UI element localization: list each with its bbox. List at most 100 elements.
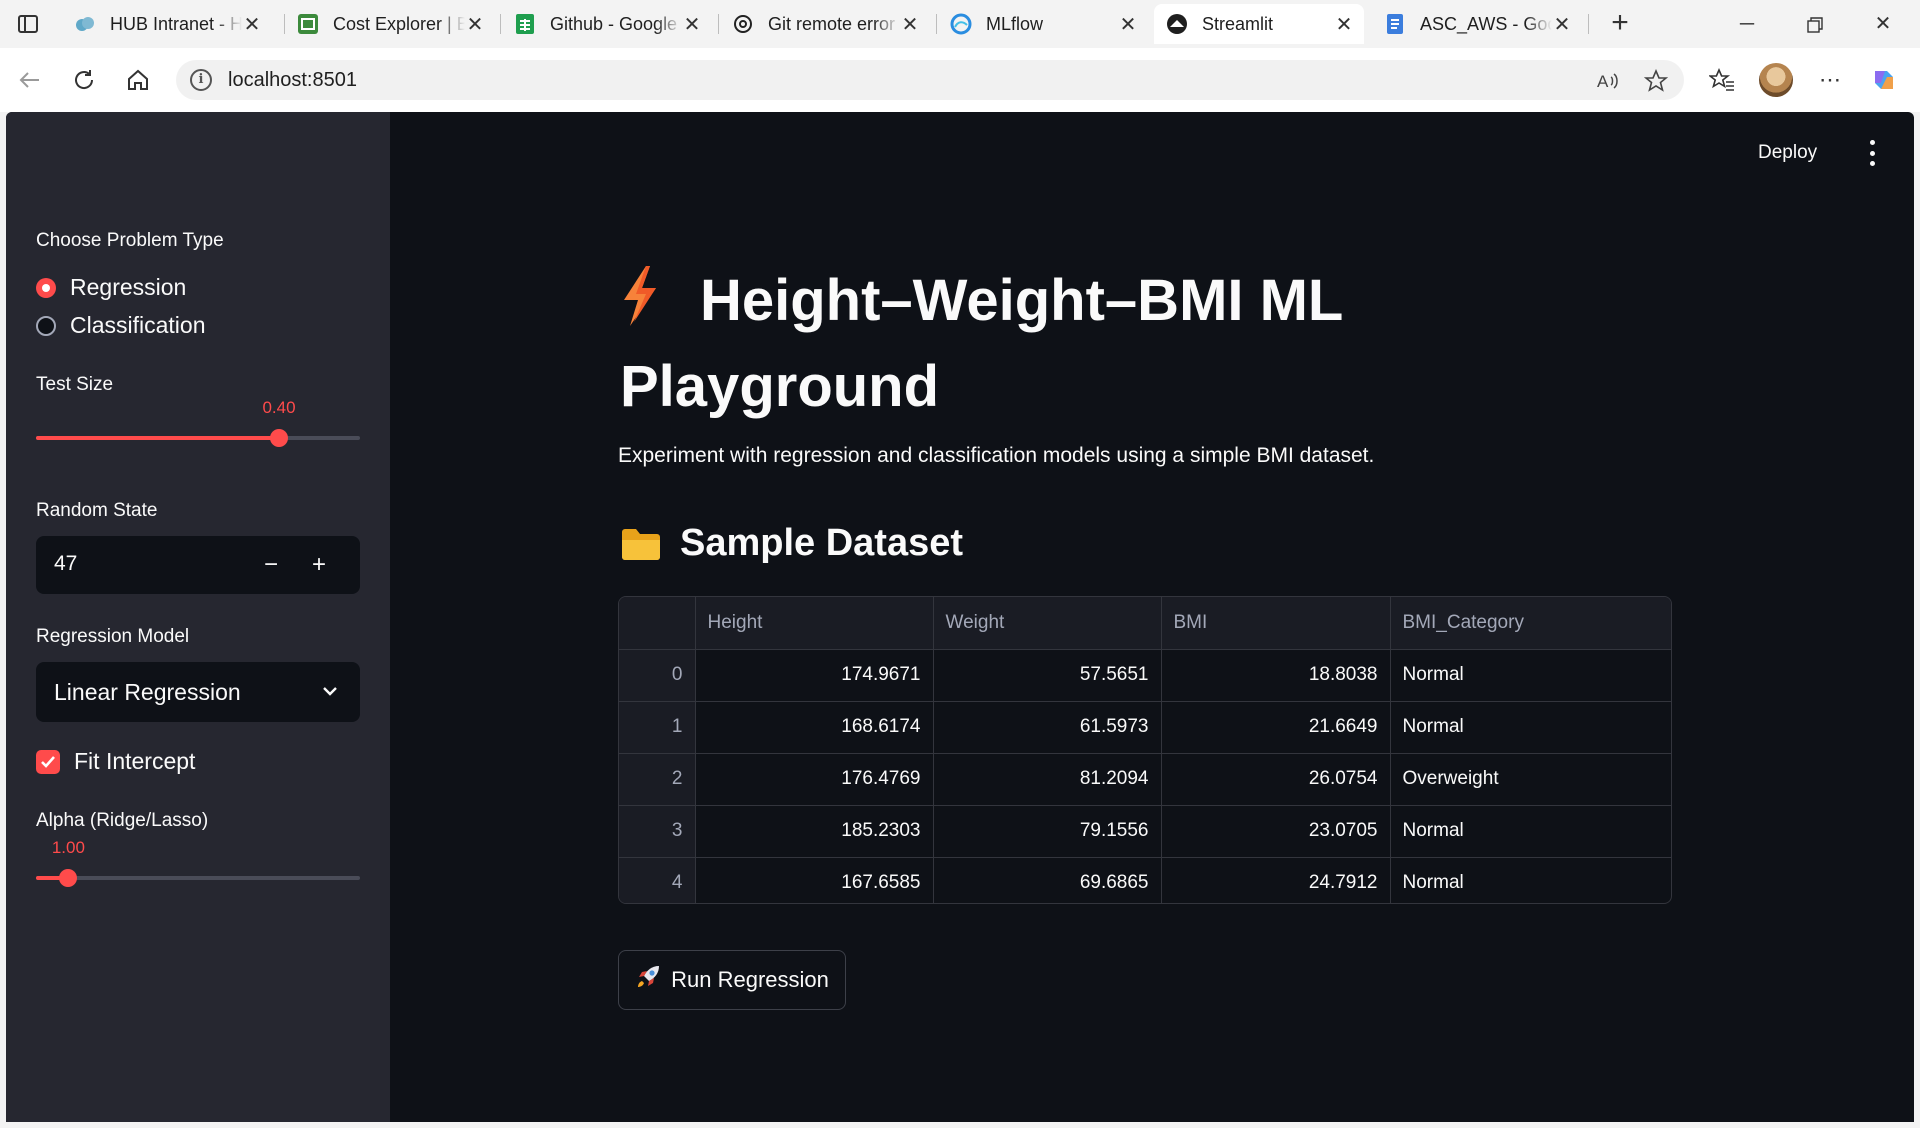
table-cell[interactable]: Normal [1390,805,1671,858]
deploy-button[interactable]: Deploy [1758,142,1817,164]
column-header[interactable]: Weight [933,597,1162,650]
back-arrow-icon[interactable] [12,62,48,98]
svg-text:A: A [1597,72,1609,91]
site-info-icon[interactable]: i [190,69,212,91]
restore-icon[interactable] [1792,8,1838,40]
tab-title: Cost Explorer | Billing [333,13,465,34]
table-row: 4 167.6585 69.6865 24.7912 Normal [619,857,1671,903]
radio-regression[interactable]: Regression [36,274,186,301]
close-icon[interactable]: ✕ [242,12,262,37]
more-options-icon[interactable]: ⋯ [1812,62,1848,98]
tab-git-remote-error[interactable]: Git remote error ✕ [720,4,930,44]
run-regression-button[interactable]: Run Regression [618,950,846,1010]
table-cell[interactable]: 23.0705 [1161,805,1391,858]
close-icon[interactable]: ✕ [900,12,920,37]
tab-hub-intranet[interactable]: HUB Intranet - Home ✕ [62,4,272,44]
close-icon[interactable]: ✕ [682,12,702,37]
random-state-label: Random State [36,500,158,521]
model-selected-value: Linear Regression [54,679,241,705]
table-row: 1 168.6174 61.5973 21.6649 Normal [619,701,1671,754]
table-cell[interactable]: 26.0754 [1161,753,1391,806]
column-header[interactable]: Height [695,597,934,650]
table-cell[interactable]: 176.4769 [695,753,934,806]
read-aloud-icon[interactable]: A [1596,69,1620,93]
app-viewport: Choose Problem Type Regression Classific… [6,112,1914,1122]
sheets-icon [514,13,536,35]
row-index: 1 [619,701,696,754]
slider-value: 0.40 [262,398,296,417]
favorites-icon[interactable] [1704,62,1740,98]
fit-intercept-checkbox[interactable]: Fit Intercept [36,748,195,775]
address-bar[interactable]: i localhost:8501 A [176,60,1684,100]
close-icon[interactable]: ✕ [1118,12,1138,37]
dataframe[interactable]: Height Weight BMI BMI_Category 0 174.967… [618,596,1672,904]
favorite-star-icon[interactable] [1644,69,1668,93]
tab-title: MLflow [986,13,1044,34]
main-menu-icon[interactable] [1862,140,1882,166]
cost-explorer-icon [297,13,319,35]
radio-unselected-icon [36,315,56,336]
close-icon[interactable]: ✕ [1552,12,1572,37]
tab-github-sheets[interactable]: Github - Google Sheets ✕ [502,4,712,44]
alpha-slider[interactable]: 1.00 [36,838,360,887]
table-cell[interactable]: 81.2094 [933,753,1162,806]
tab-actions-icon[interactable] [14,10,42,38]
folder-icon [620,526,662,562]
table-cell[interactable]: 167.6585 [695,857,934,903]
page-title: Height–Weight–BMI ML Playground [620,262,1440,426]
table-cell[interactable]: 174.9671 [695,649,934,702]
radio-label: Regression [70,274,187,300]
increment-button[interactable]: + [302,548,336,582]
table-row: 2 176.4769 81.2094 26.0754 Overweight [619,753,1671,806]
close-icon[interactable]: ✕ [1334,12,1354,37]
data-table: Height Weight BMI BMI_Category 0 174.967… [619,597,1671,903]
tab-title: ASC_AWS - Google Docs [1420,13,1552,34]
tab-asc-aws-docs[interactable]: ASC_AWS - Google Docs ✕ [1372,4,1582,44]
slider-thumb[interactable] [59,869,78,887]
table-row: 0 174.9671 57.5651 18.8038 Normal [619,649,1671,702]
tab-streamlit[interactable]: Streamlit ✕ [1154,4,1364,44]
tab-divider [936,14,937,34]
random-state-input[interactable]: 47 − + [36,536,360,594]
home-icon[interactable] [120,62,156,98]
close-window-icon[interactable]: ✕ [1860,8,1906,40]
table-cell[interactable]: Overweight [1390,753,1671,806]
docs-icon [1384,13,1406,35]
profile-avatar[interactable] [1758,62,1794,98]
slider-thumb[interactable] [270,429,288,447]
random-state-value[interactable]: 47 [54,552,77,576]
mlflow-icon [950,13,972,35]
table-cell[interactable]: 185.2303 [695,805,934,858]
copilot-icon[interactable] [1866,62,1902,98]
tab-title: Streamlit [1202,13,1274,34]
url-text[interactable]: localhost:8501 [228,69,357,92]
decrement-button[interactable]: − [254,548,288,582]
refresh-icon[interactable] [66,62,102,98]
table-cell[interactable]: Normal [1390,701,1671,754]
row-index: 4 [619,857,696,903]
table-cell[interactable]: 57.5651 [933,649,1162,702]
table-cell[interactable]: 18.8038 [1161,649,1391,702]
table-cell[interactable]: 24.7912 [1161,857,1391,903]
close-icon[interactable]: ✕ [465,12,485,37]
model-select[interactable]: Linear Regression [36,662,360,722]
table-cell[interactable]: 21.6649 [1161,701,1391,754]
table-cell[interactable]: Normal [1390,649,1671,702]
table-cell[interactable]: 61.5973 [933,701,1162,754]
table-cell[interactable]: Normal [1390,857,1671,903]
tab-divider [1588,14,1589,34]
tab-divider [718,14,719,34]
new-tab-button[interactable]: + [1604,8,1636,40]
table-cell[interactable]: 168.6174 [695,701,934,754]
table-cell[interactable]: 79.1556 [933,805,1162,858]
radio-classification[interactable]: Classification [36,312,206,339]
minimize-icon[interactable]: ─ [1724,8,1770,40]
tab-title: Github - Google Sheets [550,13,682,34]
test-size-slider[interactable]: 0.40 [36,398,360,447]
column-header[interactable] [619,597,696,650]
table-cell[interactable]: 69.6865 [933,857,1162,903]
column-header[interactable]: BMI_Category [1390,597,1671,650]
tab-cost-explorer[interactable]: Cost Explorer | Billing ✕ [285,4,495,44]
column-header[interactable]: BMI [1161,597,1391,650]
tab-mlflow[interactable]: MLflow ✕ [938,4,1148,44]
